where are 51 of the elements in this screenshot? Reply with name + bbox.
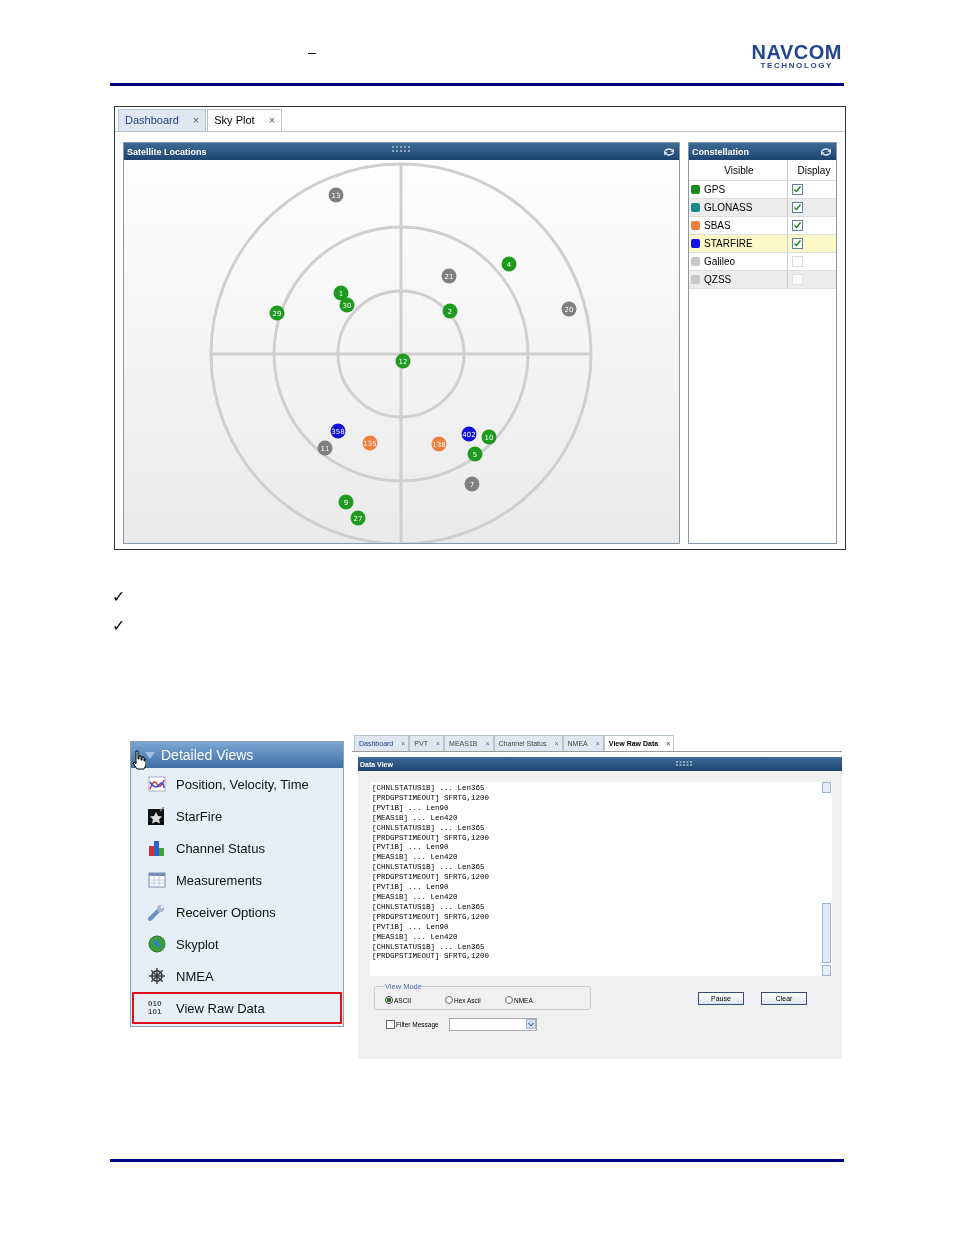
nav-item[interactable]: Skyplot <box>132 928 342 960</box>
checkbox[interactable] <box>792 220 803 231</box>
grip-icon <box>392 146 410 152</box>
tab[interactable]: Dashboard × <box>118 109 207 131</box>
nav-item[interactable]: StarFire <box>132 800 342 832</box>
scrollbar[interactable] <box>822 782 831 976</box>
line-chart-icon <box>148 776 166 792</box>
hand-cursor-icon <box>132 750 146 770</box>
constellation-name: SBAS <box>704 220 731 231</box>
dropdown-arrow-icon[interactable] <box>525 1019 536 1029</box>
constellation-name: Galileo <box>704 256 736 267</box>
nav-item[interactable]: Position, Velocity, Time <box>132 768 342 800</box>
refresh-icon[interactable] <box>662 145 676 158</box>
nav-item[interactable]: Measurements <box>132 864 342 896</box>
grip-icon <box>676 761 692 766</box>
ship-wheel-icon <box>148 967 166 985</box>
checkbox[interactable] <box>792 184 803 195</box>
globe-icon <box>148 935 166 953</box>
constellation-row[interactable]: QZSS <box>689 271 836 289</box>
check-mark: ✓ <box>112 617 126 635</box>
nav-item[interactable]: Channel Status <box>132 832 342 864</box>
constellation-row[interactable]: STARFIRE <box>689 235 836 253</box>
constellation-name: QZSS <box>704 274 732 285</box>
radio-button[interactable] <box>385 996 393 1004</box>
column-header: Visible <box>689 160 788 180</box>
constellation-name: GPS <box>704 184 726 195</box>
raw-data-log[interactable] <box>370 782 832 976</box>
nav-item[interactable]: Receiver Options <box>132 896 342 928</box>
bar-chart-icon <box>148 840 166 856</box>
panel-title: Constellation <box>692 146 749 157</box>
binary-digits: 010 101 <box>148 1000 163 1016</box>
checkbox[interactable] <box>792 202 803 213</box>
radio-button[interactable] <box>505 996 513 1004</box>
nav-item[interactable]: NMEA <box>132 960 342 992</box>
constellation-row[interactable]: GLONASS <box>689 199 836 217</box>
wrench-icon <box>148 903 166 921</box>
nav-item[interactable]: 010 101 View Raw Data <box>132 992 342 1024</box>
message-dropdown[interactable] <box>448 1018 537 1031</box>
constellation-name: GLONASS <box>704 202 753 213</box>
company-logo: NAVCOM TECHNOLOGY <box>751 42 842 70</box>
checkbox[interactable] <box>792 238 803 249</box>
panel-title: Detailed Views <box>161 747 254 763</box>
panel-title: Satellite Locations <box>127 146 207 157</box>
radio-button[interactable] <box>445 996 453 1004</box>
header-dash: – <box>308 44 316 60</box>
column-header: Display <box>796 163 832 178</box>
refresh-icon[interactable] <box>819 145 833 158</box>
table-icon <box>148 872 166 888</box>
check-mark: ✓ <box>112 588 126 606</box>
tab[interactable]: Sky Plot × <box>207 109 283 131</box>
constellation-name: STARFIRE <box>704 238 753 249</box>
